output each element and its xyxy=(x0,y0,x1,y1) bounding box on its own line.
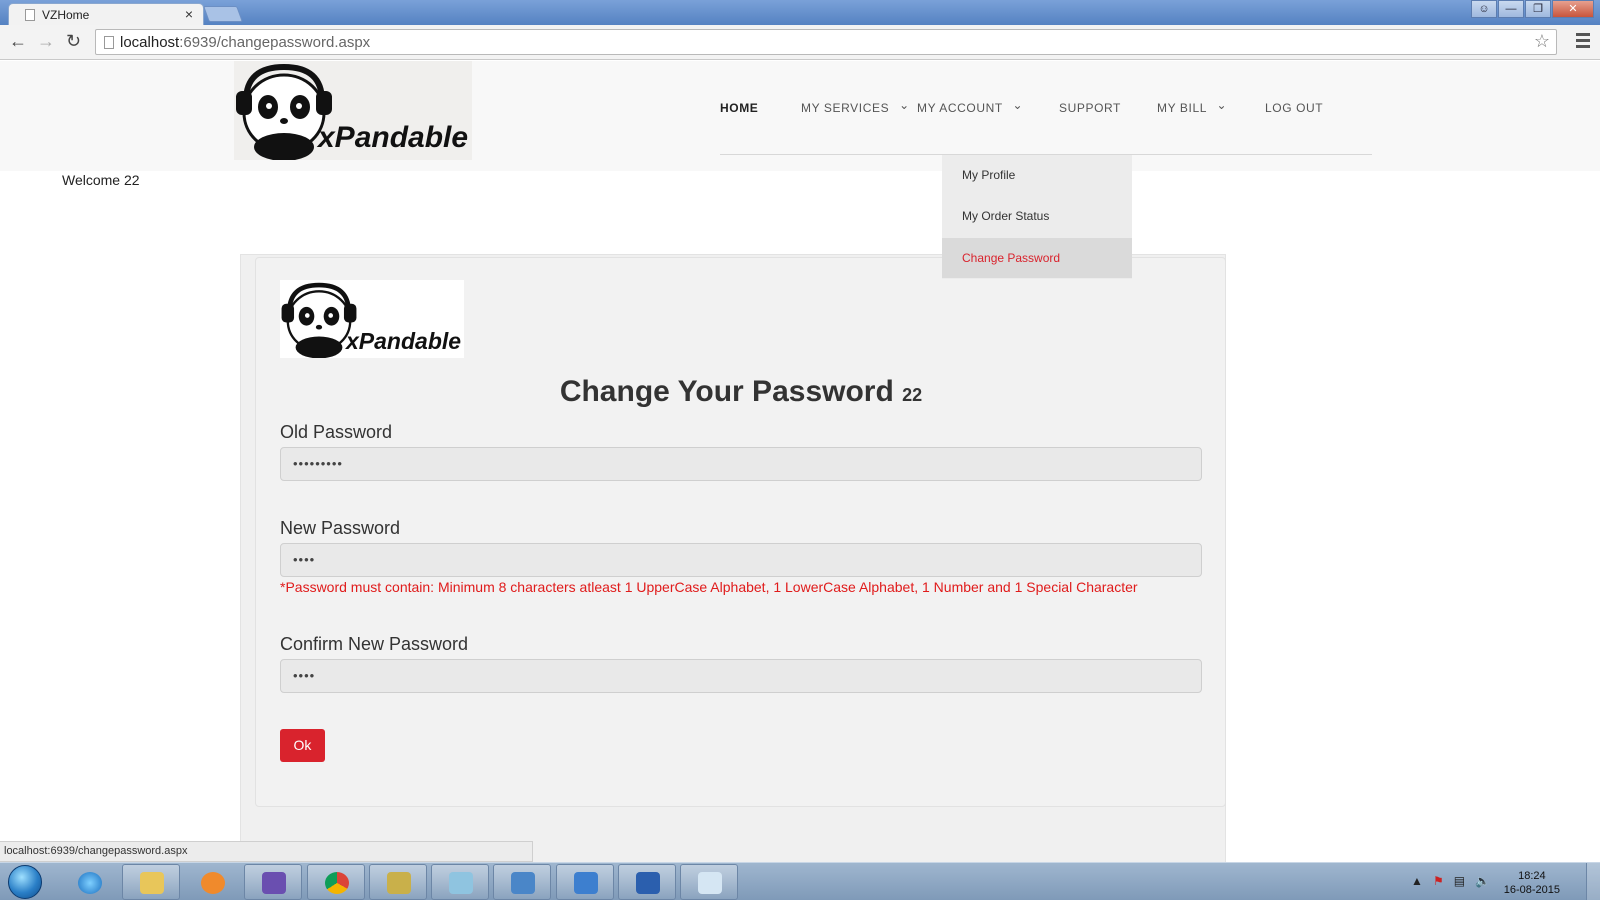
taskbar-control-panel[interactable] xyxy=(493,864,551,900)
clock[interactable]: 18:24 16-08-2015 xyxy=(1504,869,1560,897)
taskbar-ie[interactable] xyxy=(60,864,118,900)
nav-my-bill[interactable]: MY BILL ⌄ xyxy=(1157,98,1265,131)
address-bar[interactable]: localhost:6939/changepassword.aspx ☆ xyxy=(95,29,1557,55)
page-title-user: 22 xyxy=(902,385,923,405)
taskbar-tool[interactable] xyxy=(369,864,427,900)
form-card: xPandable xyxy=(255,257,1226,807)
back-arrow-icon[interactable]: ← xyxy=(9,31,27,52)
taskbar-word[interactable] xyxy=(618,864,676,900)
browser-titlebar: VZHome × ☺ — ❐ ✕ xyxy=(0,0,1600,25)
chevron-down-icon: ⌄ xyxy=(899,98,910,112)
clock-time: 18:24 xyxy=(1518,870,1546,882)
bookmark-star-icon[interactable]: ☆ xyxy=(1534,31,1550,52)
system-tray: ▲ ⚑ ▤ 🔈 xyxy=(1411,874,1490,888)
form-logo: xPandable xyxy=(280,280,464,358)
page-icon xyxy=(104,36,114,49)
site-header: xPandable HOME MY SERVICES ⌄ MY ACCOUNT … xyxy=(0,61,1600,171)
control-panel-icon xyxy=(511,872,535,894)
taskbar-explorer[interactable] xyxy=(122,864,180,900)
forward-arrow-icon[interactable]: → xyxy=(37,31,55,52)
visual-studio-icon xyxy=(262,872,286,894)
page-title-text: Change Your Password xyxy=(559,375,894,408)
confirm-password-label: Confirm New Password xyxy=(280,634,469,654)
nav-home[interactable]: HOME xyxy=(720,101,801,131)
page-icon xyxy=(25,9,35,21)
notepad-icon xyxy=(449,872,473,894)
action-center-icon[interactable]: ⚑ xyxy=(1433,874,1444,888)
taskbar: ▲ ⚑ ▤ 🔈 18:24 16-08-2015 xyxy=(0,862,1600,900)
volume-muted-icon[interactable]: 🔈 xyxy=(1475,874,1490,888)
my-account-dropdown: My Profile My Order Status Change Passwo… xyxy=(942,155,1132,279)
old-password-field[interactable]: ••••••••• xyxy=(280,447,1202,481)
page-title: Change Your Password 22 xyxy=(0,375,1482,409)
restore-button[interactable]: ❐ xyxy=(1525,0,1551,18)
taskbar-notepad[interactable] xyxy=(431,864,489,900)
url-host: localhost xyxy=(120,34,180,51)
nav-my-account[interactable]: MY ACCOUNT ⌄ xyxy=(917,98,1059,131)
browser-toolbar: ← → ↻ localhost:6939/changepassword.aspx… xyxy=(0,25,1600,60)
nav-my-account-label: MY ACCOUNT xyxy=(917,101,1003,115)
new-password-field[interactable]: •••• xyxy=(280,543,1202,577)
windows-update-icon xyxy=(574,872,598,894)
taskbar-chrome[interactable] xyxy=(307,864,365,900)
status-bubble: localhost:6939/changepassword.aspx xyxy=(0,841,533,862)
chrome-icon xyxy=(325,872,349,894)
tab-title: VZHome xyxy=(42,8,90,22)
logo-text: xPandable xyxy=(318,121,469,154)
new-password-label: New Password xyxy=(280,518,401,538)
tab-close-icon[interactable]: × xyxy=(185,6,193,22)
site-logo[interactable]: xPandable xyxy=(234,61,472,160)
url-text[interactable]: localhost:6939/changepassword.aspx xyxy=(120,34,370,51)
media-player-icon xyxy=(201,872,225,894)
confirm-password-field[interactable]: •••• xyxy=(280,659,1202,693)
show-hidden-icons-icon[interactable]: ▲ xyxy=(1411,874,1423,888)
welcome-text: Welcome 22 xyxy=(62,172,140,188)
internet-explorer-icon xyxy=(78,872,102,894)
nav-support[interactable]: SUPPORT xyxy=(1059,101,1157,131)
taskbar-visual-studio[interactable] xyxy=(244,864,302,900)
taskbar-media-player[interactable] xyxy=(183,864,241,900)
word-icon xyxy=(636,872,660,894)
taskbar-windows-update[interactable] xyxy=(556,864,614,900)
chevron-down-icon: ⌄ xyxy=(1012,98,1024,112)
browser-menu-icon[interactable] xyxy=(1576,33,1590,51)
show-desktop-button[interactable] xyxy=(1586,863,1600,900)
url-path: :6939/changepassword.aspx xyxy=(179,34,371,51)
network-icon[interactable]: ▤ xyxy=(1454,874,1465,888)
window-controls: ☺ — ❐ ✕ xyxy=(1471,0,1594,18)
logo-text: xPandable xyxy=(346,328,462,354)
clock-date: 16-08-2015 xyxy=(1503,884,1560,896)
tools-icon xyxy=(387,872,411,894)
new-tab-button[interactable] xyxy=(203,6,243,22)
start-button[interactable] xyxy=(8,865,42,899)
browser-tab[interactable]: VZHome × xyxy=(8,3,204,25)
dropdown-change-password[interactable]: Change Password xyxy=(942,238,1132,278)
dropdown-my-order-status[interactable]: My Order Status xyxy=(942,196,1132,236)
minimize-button[interactable]: — xyxy=(1498,0,1524,18)
taskbar-paint[interactable] xyxy=(680,864,738,900)
nav-my-bill-label: MY BILL xyxy=(1157,101,1207,115)
main-nav: HOME MY SERVICES ⌄ MY ACCOUNT ⌄ SUPPORT … xyxy=(720,98,1335,131)
nav-my-services[interactable]: MY SERVICES ⌄ xyxy=(801,98,917,131)
close-window-button[interactable]: ✕ xyxy=(1552,0,1594,18)
chevron-down-icon: ⌄ xyxy=(1216,98,1228,112)
reload-icon[interactable]: ↻ xyxy=(66,31,81,52)
nav-log-out[interactable]: LOG OUT xyxy=(1265,101,1335,131)
dropdown-my-profile[interactable]: My Profile xyxy=(942,155,1132,195)
paint-icon xyxy=(698,872,722,894)
user-icon[interactable]: ☺ xyxy=(1471,0,1497,18)
ok-button[interactable]: Ok xyxy=(280,729,325,762)
nav-my-services-label: MY SERVICES xyxy=(801,101,890,115)
folder-icon xyxy=(140,872,164,894)
old-password-label: Old Password xyxy=(280,422,393,442)
password-error-message: *Password must contain: Minimum 8 charac… xyxy=(280,579,1138,595)
